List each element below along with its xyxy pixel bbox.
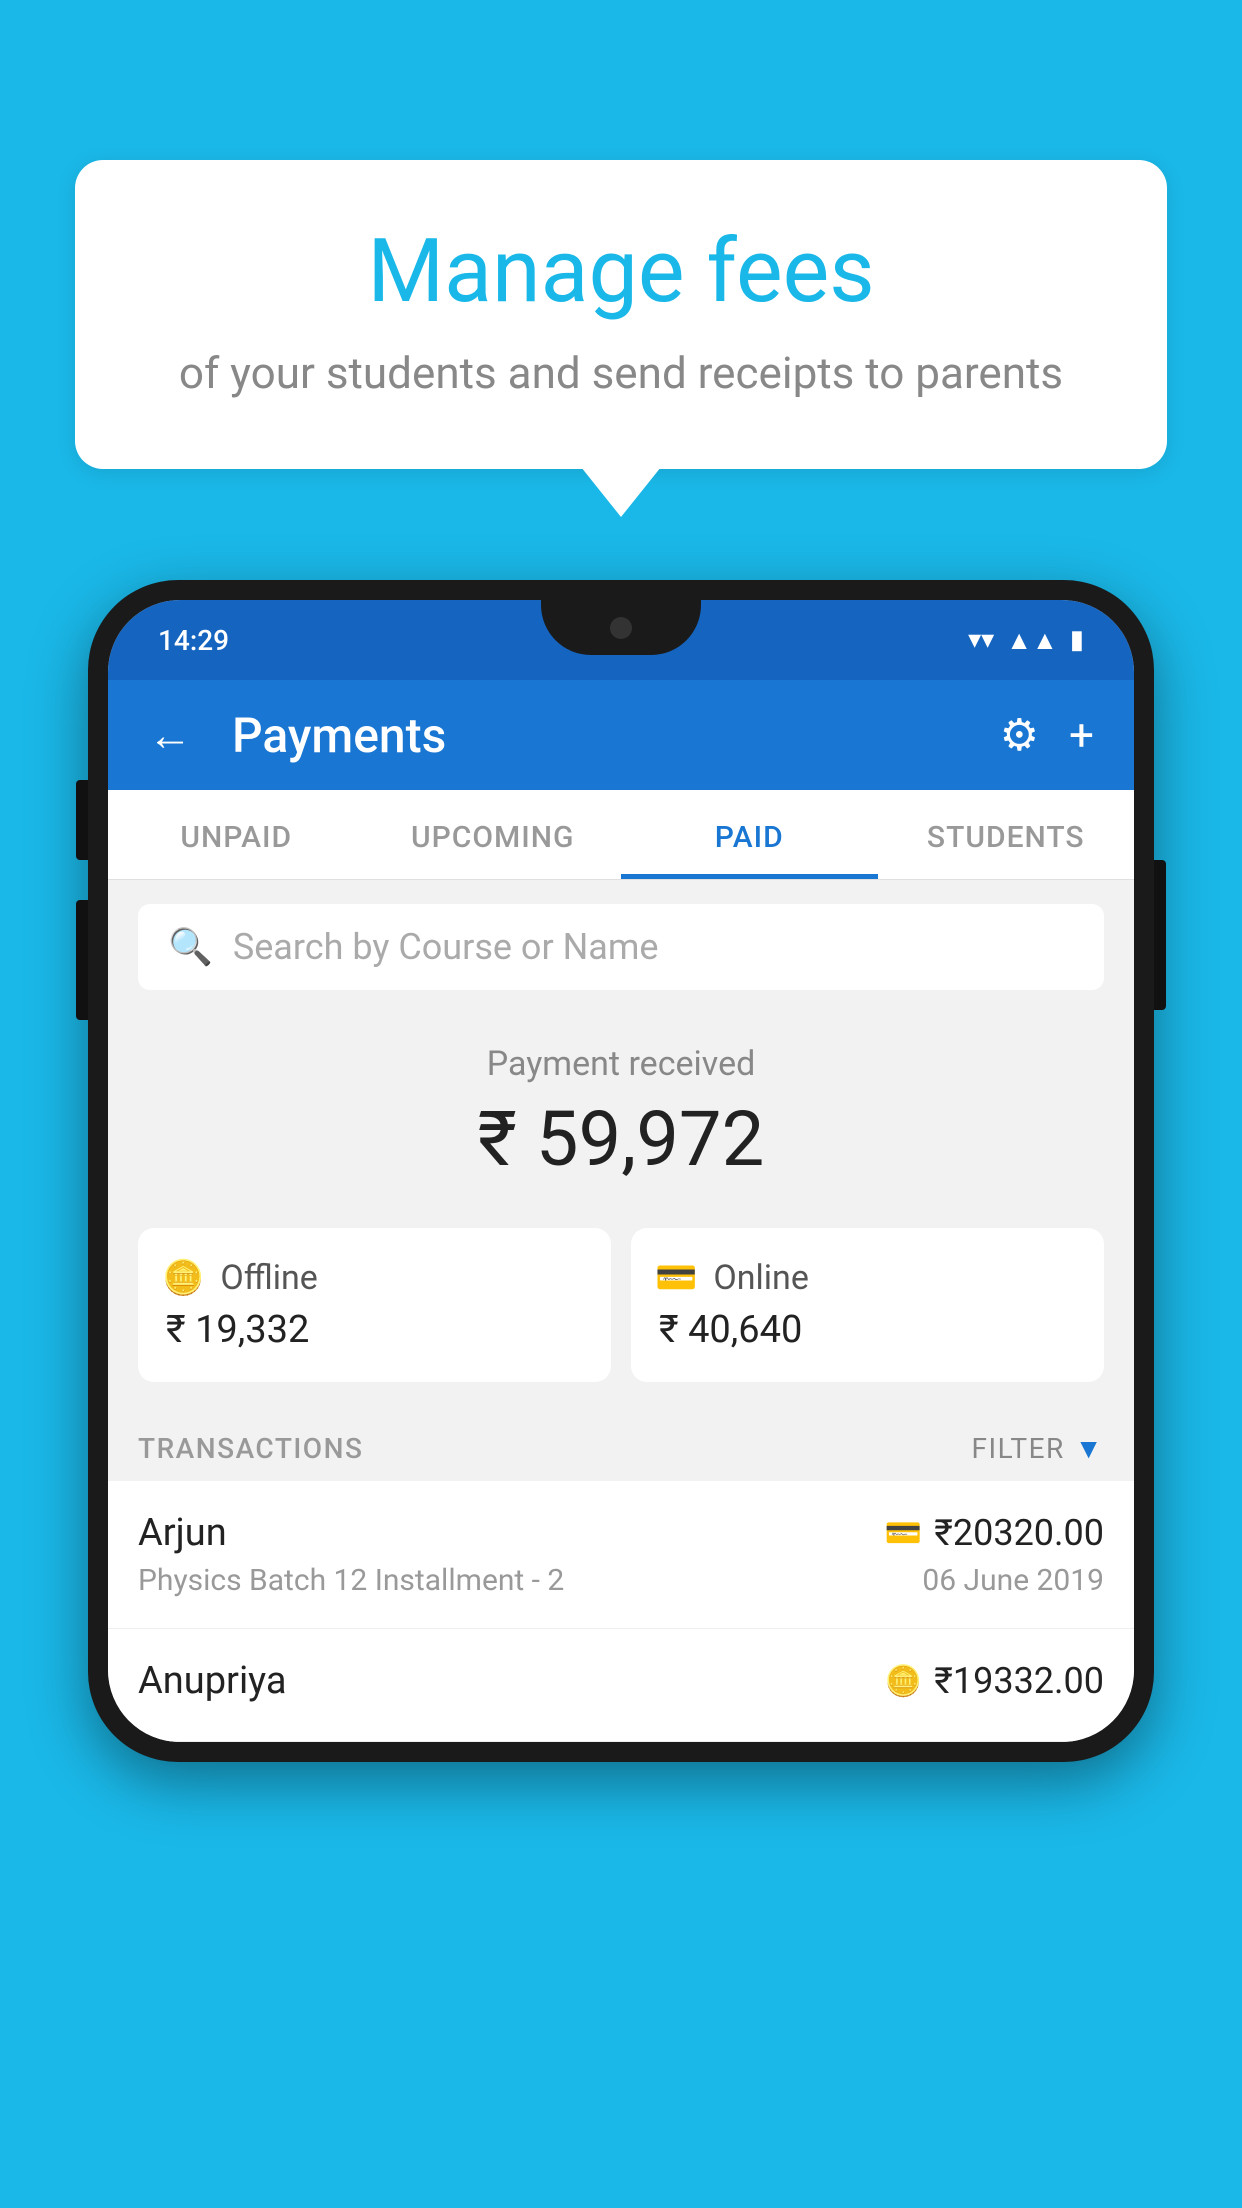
filter-label: FILTER xyxy=(971,1432,1064,1465)
search-box[interactable]: 🔍 Search by Course or Name xyxy=(138,904,1104,990)
transaction-date: 06 June 2019 xyxy=(922,1563,1104,1598)
camera xyxy=(610,617,632,639)
notch xyxy=(541,600,701,655)
bubble-title: Manage fees xyxy=(135,220,1107,323)
transactions-header: TRANSACTIONS FILTER ▼ xyxy=(108,1412,1134,1481)
tab-students[interactable]: STUDENTS xyxy=(878,790,1135,879)
card-payment-icon: 💳 xyxy=(885,1516,922,1551)
search-icon: 🔍 xyxy=(168,926,213,968)
payment-total-amount: ₹ 59,972 xyxy=(138,1094,1104,1184)
online-card-header: 💳 Online xyxy=(655,1258,1080,1298)
transaction-row-top: Arjun 💳 ₹20320.00 xyxy=(138,1511,1104,1555)
tab-upcoming[interactable]: UPCOMING xyxy=(365,790,622,879)
transaction-row-top: Anupriya 🪙 ₹19332.00 xyxy=(138,1659,1104,1703)
settings-icon[interactable]: ⚙ xyxy=(1000,709,1039,761)
online-amount: ₹ 40,640 xyxy=(655,1308,1080,1352)
tab-unpaid[interactable]: UNPAID xyxy=(108,790,365,879)
battery-icon: ▮ xyxy=(1070,625,1084,655)
add-icon[interactable]: + xyxy=(1069,709,1094,761)
transaction-row[interactable]: Anupriya 🪙 ₹19332.00 xyxy=(108,1629,1134,1742)
transaction-row-bottom: Physics Batch 12 Installment - 2 06 June… xyxy=(138,1563,1104,1598)
tab-paid[interactable]: PAID xyxy=(621,790,878,879)
transaction-amount-wrapper: 💳 ₹20320.00 xyxy=(885,1512,1104,1554)
tabs-bar: UNPAID UPCOMING PAID STUDENTS xyxy=(108,790,1134,880)
transaction-description: Physics Batch 12 Installment - 2 xyxy=(138,1563,564,1598)
search-section: 🔍 Search by Course or Name xyxy=(108,880,1134,1014)
status-time: 14:29 xyxy=(158,624,229,657)
online-card: 💳 Online ₹ 40,640 xyxy=(631,1228,1104,1382)
transaction-amount-wrapper: 🪙 ₹19332.00 xyxy=(885,1660,1104,1702)
signal-icon: ▲▲ xyxy=(1006,625,1057,656)
phone-mockup: 14:29 ▾▾ ▲▲ ▮ ← Payments ⚙ + xyxy=(88,580,1154,1762)
offline-card-header: 🪙 Offline xyxy=(162,1258,587,1298)
transactions-label: TRANSACTIONS xyxy=(138,1432,363,1465)
offline-icon: 🪙 xyxy=(162,1258,204,1298)
transaction-amount: ₹19332.00 xyxy=(934,1660,1104,1702)
back-button[interactable]: ← xyxy=(148,709,192,761)
transaction-row[interactable]: Arjun 💳 ₹20320.00 Physics Batch 12 Insta… xyxy=(108,1481,1134,1629)
phone-outer: 14:29 ▾▾ ▲▲ ▮ ← Payments ⚙ + xyxy=(88,580,1154,1762)
search-input[interactable]: Search by Course or Name xyxy=(233,926,659,968)
offline-label: Offline xyxy=(220,1258,317,1298)
phone-screen: 14:29 ▾▾ ▲▲ ▮ ← Payments ⚙ + xyxy=(108,600,1134,1742)
transaction-name: Arjun xyxy=(138,1511,227,1555)
side-button-volume xyxy=(76,900,88,1020)
app-bar: ← Payments ⚙ + xyxy=(108,680,1134,790)
payment-received-label: Payment received xyxy=(138,1044,1104,1084)
filter-button[interactable]: FILTER ▼ xyxy=(971,1432,1104,1465)
status-icons: ▾▾ ▲▲ ▮ xyxy=(968,625,1084,656)
payment-summary: Payment received ₹ 59,972 xyxy=(108,1014,1134,1228)
transaction-amount: ₹20320.00 xyxy=(934,1512,1104,1554)
speech-bubble: Manage fees of your students and send re… xyxy=(75,160,1167,469)
status-bar: 14:29 ▾▾ ▲▲ ▮ xyxy=(108,600,1134,680)
offline-card: 🪙 Offline ₹ 19,332 xyxy=(138,1228,611,1382)
app-title: Payments xyxy=(232,707,970,764)
transaction-name: Anupriya xyxy=(138,1659,287,1703)
online-label: Online xyxy=(713,1258,809,1298)
filter-icon: ▼ xyxy=(1075,1432,1104,1465)
payment-cards: 🪙 Offline ₹ 19,332 💳 Online ₹ 40,640 xyxy=(108,1228,1134,1412)
wifi-icon: ▾▾ xyxy=(968,625,994,655)
online-icon: 💳 xyxy=(655,1258,697,1298)
app-bar-actions: ⚙ + xyxy=(1000,709,1094,761)
side-button-right xyxy=(1154,860,1166,1010)
bubble-subtitle: of your students and send receipts to pa… xyxy=(135,347,1107,399)
offline-amount: ₹ 19,332 xyxy=(162,1308,587,1352)
cash-payment-icon: 🪙 xyxy=(885,1664,922,1699)
side-button-power xyxy=(76,780,88,860)
